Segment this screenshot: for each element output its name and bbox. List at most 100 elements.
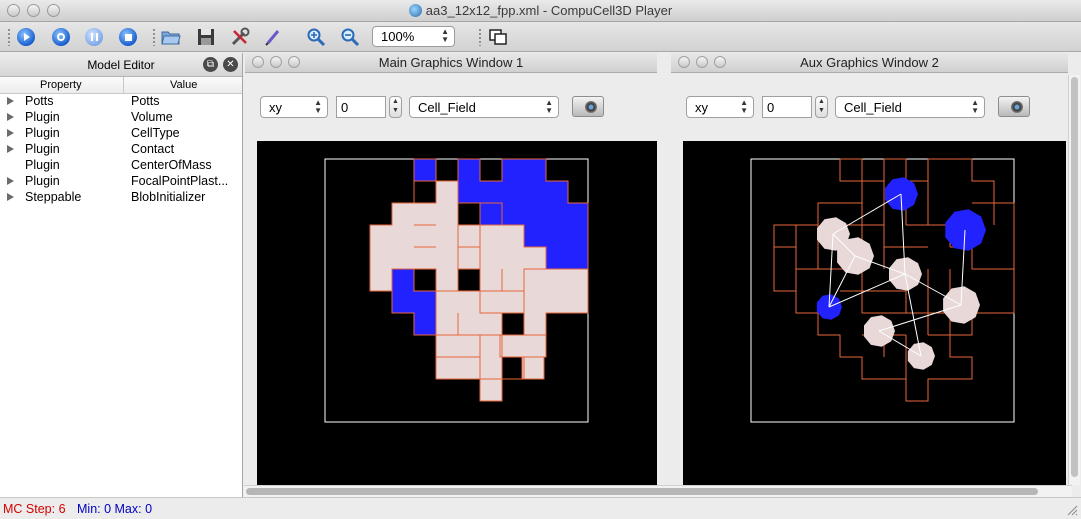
edit-icon (265, 30, 280, 46)
column-header-property[interactable]: Property (40, 79, 82, 91)
main-field-select[interactable]: Cell_Field ▲ ▼ (409, 96, 559, 118)
main-window-minimize-button[interactable] (270, 56, 282, 68)
camera-icon (585, 101, 597, 113)
horizontal-scroll-thumb[interactable] (246, 488, 1038, 495)
chevron-updown-icon: ▲ ▼ (545, 98, 553, 115)
main-plane-select[interactable]: xy ▲ ▼ (260, 96, 328, 118)
min-max-status: Min: 0 Max: 0 (77, 502, 153, 516)
vertical-scroll-thumb[interactable] (1071, 77, 1078, 477)
model-editor-row[interactable]: Potts Potts (0, 94, 242, 110)
expand-triangle-icon[interactable] (7, 129, 14, 137)
pause-button[interactable] (83, 26, 105, 48)
vertical-scrollbar[interactable] (1068, 75, 1080, 485)
mc-step-status: MC Step: 6 (3, 502, 66, 516)
zoom-out-button[interactable] (339, 26, 361, 48)
resize-grip-icon[interactable] (1066, 504, 1078, 516)
chevron-updown-icon: ▲ ▼ (314, 98, 322, 115)
aux-position-field[interactable]: 0 (762, 96, 812, 118)
tools-button[interactable] (229, 26, 251, 48)
zoom-in-icon (307, 28, 326, 47)
close-panel-icon[interactable]: ✕ (223, 57, 238, 72)
expand-triangle-icon[interactable] (7, 113, 14, 121)
save-icon (198, 29, 214, 45)
open-button[interactable] (160, 26, 182, 48)
expand-triangle-icon[interactable] (7, 177, 14, 185)
model-editor-column-headers: Property Value (0, 77, 242, 94)
main-window-controls: xy ▲ ▼ 0 ▲ ▼ Cell_Field ▲ ▼ (245, 73, 657, 139)
aux-window-controls: xy ▲ ▼ 0 ▲ ▼ Cell_Field ▲ ▼ (671, 73, 1068, 139)
aux-window-close-button[interactable] (678, 56, 690, 68)
toolbar-grip-2[interactable] (152, 28, 156, 46)
model-editor-row[interactable]: Steppable BlobInitializer (0, 190, 242, 206)
aux-plane-value: xy (695, 100, 708, 115)
expand-triangle-icon[interactable] (7, 97, 14, 105)
step-icon (52, 28, 70, 46)
aux-window-maximize-button[interactable] (714, 56, 726, 68)
row-property: Plugin (25, 142, 60, 156)
aux-field-value: Cell_Field (844, 100, 902, 115)
zoom-select[interactable]: 100% ▲ ▼ (372, 26, 455, 47)
cell (391, 268, 437, 336)
main-window-maximize-button[interactable] (288, 56, 300, 68)
float-panel-icon[interactable]: ⧉ (203, 57, 218, 72)
aux-position-value: 0 (767, 100, 775, 115)
aux-plane-select[interactable]: xy ▲ ▼ (686, 96, 754, 118)
aux-window-minimize-button[interactable] (696, 56, 708, 68)
cell (907, 342, 935, 370)
edit-button[interactable] (262, 26, 284, 48)
status-bar: MC Step: 6 Min: 0 Max: 0 (0, 497, 1081, 519)
main-graphics-window: Main Graphics Window 1 xy ▲ ▼ 0 ▲ ▼ Cell_Fi… (245, 53, 657, 485)
toolbar-grip-3[interactable] (478, 28, 482, 46)
run-button[interactable] (15, 26, 37, 48)
model-editor-row[interactable]: Plugin CellType (0, 126, 242, 142)
chevron-updown-icon: ▲ ▼ (740, 98, 748, 115)
row-value: Volume (131, 110, 173, 124)
window-title-text: aa3_12x12_fpp.xml - CompuCell3D Player (425, 3, 673, 18)
run-icon (17, 28, 35, 46)
cell (945, 209, 986, 251)
cell (413, 158, 437, 182)
cell (479, 202, 503, 226)
toolbar-grip[interactable] (7, 28, 11, 46)
model-editor-rows: Potts Potts Plugin Volume Plugin CellType Plug… (0, 94, 242, 206)
row-value: CenterOfMass (131, 158, 212, 172)
aux-field-select[interactable]: Cell_Field ▲ ▼ (835, 96, 985, 118)
row-value: BlobInitializer (131, 190, 206, 204)
expand-triangle-icon[interactable] (7, 193, 14, 201)
model-editor-row[interactable]: Plugin FocalPointPlast... (0, 174, 242, 190)
model-editor-row[interactable]: Plugin Contact (0, 142, 242, 158)
model-editor-title: Model Editor (87, 58, 155, 72)
model-editor-panel: Model Editor ⧉ ✕ Property Value Potts Pot… (0, 53, 243, 497)
column-header-value[interactable]: Value (170, 79, 197, 91)
main-graphics-canvas[interactable] (257, 141, 657, 485)
zoom-value: 100% (381, 29, 415, 44)
step-button[interactable] (50, 26, 72, 48)
horizontal-scrollbar[interactable] (244, 485, 1072, 497)
row-property: Steppable (25, 190, 82, 204)
zoom-in-button[interactable] (305, 26, 327, 48)
chevron-updown-icon: ▲ ▼ (441, 27, 449, 44)
window-title-bar: aa3_12x12_fpp.xml - CompuCell3D Player (0, 0, 1081, 22)
main-window-title-bar: Main Graphics Window 1 (245, 53, 657, 73)
row-value: FocalPointPlast... (131, 174, 229, 188)
main-window-title: Main Graphics Window 1 (378, 55, 524, 70)
main-window-close-button[interactable] (252, 56, 264, 68)
save-button[interactable] (195, 26, 217, 48)
stop-button[interactable] (117, 26, 139, 48)
view-layout-icon (489, 29, 507, 45)
aux-graphics-window: Aux Graphics Window 2 xy ▲ ▼ 0 ▲ ▼ Cell_Fie… (671, 53, 1068, 485)
aux-graphics-canvas[interactable] (683, 141, 1066, 485)
view-layout-button[interactable] (487, 26, 509, 48)
main-screenshot-button[interactable] (572, 96, 604, 117)
main-toolbar (0, 22, 1081, 52)
main-plane-value: xy (269, 100, 282, 115)
main-position-stepper[interactable]: ▲ ▼ (389, 96, 402, 118)
main-position-field[interactable]: 0 (336, 96, 386, 118)
cell (499, 334, 547, 358)
row-value: Potts (131, 94, 160, 108)
model-editor-row[interactable]: Plugin CenterOfMass (0, 158, 242, 174)
aux-screenshot-button[interactable] (998, 96, 1030, 117)
expand-triangle-icon[interactable] (7, 145, 14, 153)
model-editor-row[interactable]: Plugin Volume (0, 110, 242, 126)
aux-position-stepper[interactable]: ▲ ▼ (815, 96, 828, 118)
